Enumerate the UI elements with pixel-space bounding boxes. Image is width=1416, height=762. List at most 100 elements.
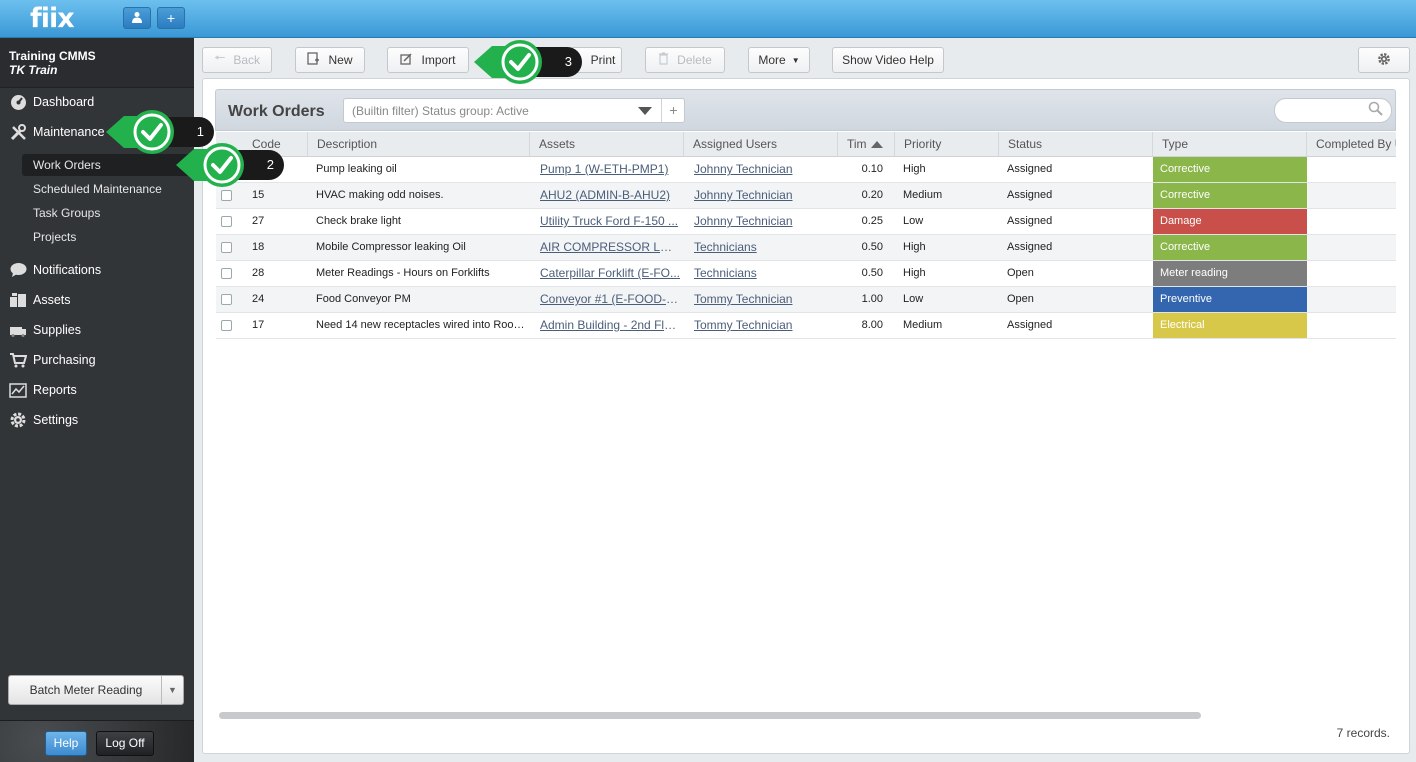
- table-row[interactable]: 27 Check brake light Utility Truck Ford F-…: [216, 209, 1396, 235]
- show-video-help-button[interactable]: Show Video Help: [832, 47, 944, 73]
- delete-button[interactable]: Delete: [645, 47, 725, 73]
- cell-priority: Medium: [903, 189, 943, 201]
- cell-status: Open: [1007, 267, 1034, 279]
- account-info: Training CMMS TK Train: [0, 38, 194, 88]
- page-title: Work Orders: [228, 103, 325, 120]
- cell-asset-link[interactable]: AHU2 (ADMIN-B-AHU2): [540, 183, 680, 208]
- scrollbar-thumb[interactable]: [219, 712, 1201, 719]
- column-header-assigned-users[interactable]: Assigned Users: [683, 132, 837, 157]
- cell-user-link[interactable]: Johnny Technician: [694, 157, 834, 182]
- sidebar-item-supplies[interactable]: Supplies: [9, 320, 81, 340]
- cell-description: Food Conveyor PM: [316, 293, 411, 305]
- cell-user-link[interactable]: Technicians: [694, 235, 834, 260]
- cell-status: Assigned: [1007, 215, 1053, 227]
- import-button[interactable]: Import: [387, 47, 469, 73]
- cell-code: 17: [252, 319, 265, 331]
- sidebar-item-settings[interactable]: Settings: [9, 410, 78, 430]
- chevron-down-icon[interactable]: ▼: [161, 676, 183, 704]
- settings-button[interactable]: [1358, 47, 1410, 73]
- gear-icon: [9, 411, 27, 429]
- check-arrow-icon: [106, 110, 174, 154]
- cell-asset-link[interactable]: AIR COMPRESSOR LARG...: [540, 235, 680, 260]
- fiix-logo[interactable]: fiix: [30, 3, 75, 34]
- cell-user-link[interactable]: Tommy Technician: [694, 287, 834, 312]
- search-input[interactable]: [1274, 98, 1392, 123]
- sidebar-item-label: Assets: [33, 293, 71, 307]
- row-checkbox[interactable]: [221, 294, 232, 305]
- row-checkbox[interactable]: [221, 268, 232, 279]
- filter-select[interactable]: (Builtin filter) Status group: Active +: [343, 98, 685, 123]
- cell-type-badge: Corrective: [1153, 183, 1307, 208]
- column-header-time[interactable]: Tim: [837, 132, 894, 157]
- dropdown-arrow-icon[interactable]: [638, 107, 652, 115]
- sidebar-subitem-task-groups[interactable]: Task Groups: [33, 206, 100, 220]
- cell-type-badge: Electrical: [1153, 313, 1307, 338]
- log-off-button[interactable]: Log Off: [96, 731, 154, 756]
- back-label: Back: [233, 53, 261, 67]
- show-video-help-label: Show Video Help: [842, 53, 934, 67]
- add-button[interactable]: +: [157, 7, 185, 29]
- print-label: Print: [590, 53, 616, 67]
- top-bar: fiix +: [0, 0, 1416, 38]
- cell-user-link[interactable]: Tommy Technician: [694, 313, 834, 338]
- batch-meter-reading-button[interactable]: Batch Meter Reading ▼: [8, 675, 184, 705]
- back-button[interactable]: 🠔 Back: [202, 47, 272, 73]
- boxes-icon: [9, 291, 27, 309]
- cell-user-link[interactable]: Johnny Technician: [694, 183, 834, 208]
- panel-header: Work Orders (Builtin filter) Status grou…: [215, 89, 1396, 131]
- cell-asset-link[interactable]: Caterpillar Forklift (E-FO...: [540, 261, 680, 286]
- cell-priority: High: [903, 163, 926, 175]
- row-checkbox[interactable]: [221, 320, 232, 331]
- column-header-status[interactable]: Status: [998, 132, 1152, 157]
- table-row[interactable]: 15 HVAC making odd noises. AHU2 (ADMIN-B-A…: [216, 183, 1396, 209]
- cell-asset-link[interactable]: Pump 1 (W-ETH-PMP1): [540, 157, 680, 182]
- sidebar-item-label: Dashboard: [33, 95, 95, 109]
- cell-time: 0.25: [861, 215, 883, 227]
- column-header-description[interactable]: Description: [307, 132, 529, 157]
- new-button[interactable]: New: [295, 47, 365, 73]
- column-header-completed-by[interactable]: Completed By U: [1306, 132, 1396, 157]
- speech-bubble-icon: [9, 261, 27, 279]
- column-header-assets[interactable]: Assets: [529, 132, 683, 157]
- cell-user-link[interactable]: Technicians: [694, 261, 834, 286]
- sidebar-item-notifications[interactable]: Notifications: [9, 260, 101, 280]
- sidebar-subitem-work-orders[interactable]: Work Orders: [33, 158, 101, 172]
- sidebar-item-dashboard[interactable]: Dashboard: [9, 92, 94, 112]
- cell-user-link[interactable]: Johnny Technician: [694, 209, 834, 234]
- plus-icon: +: [166, 10, 176, 26]
- user-button[interactable]: [123, 7, 151, 29]
- sidebar-item-reports[interactable]: Reports: [9, 380, 77, 400]
- more-button[interactable]: More ▼: [748, 47, 810, 73]
- row-checkbox[interactable]: [221, 242, 232, 253]
- help-button[interactable]: Help: [45, 731, 87, 756]
- row-checkbox[interactable]: [221, 216, 232, 227]
- table-row[interactable]: 18 Mobile Compressor leaking Oil AIR COMPR…: [216, 235, 1396, 261]
- table-row[interactable]: 28 Meter Readings - Hours on Forklifts Cat…: [216, 261, 1396, 287]
- cell-priority: Medium: [903, 319, 943, 331]
- cell-asset-link[interactable]: Utility Truck Ford F-150 ...: [540, 209, 680, 234]
- cell-asset-link[interactable]: Admin Building - 2nd Flo...: [540, 313, 680, 338]
- sort-ascending-icon: [870, 141, 883, 149]
- cell-asset-link[interactable]: Conveyor #1 (E-FOOD-C...: [540, 287, 680, 312]
- column-header-type[interactable]: Type: [1152, 132, 1306, 157]
- table-row[interactable]: 24 Food Conveyor PM Conveyor #1 (E-FOOD-C.…: [216, 287, 1396, 313]
- sidebar-subitem-projects[interactable]: Projects: [33, 230, 76, 244]
- check-arrow-icon: [176, 143, 244, 187]
- check-arrow-icon: [474, 40, 542, 84]
- add-filter-icon[interactable]: +: [661, 99, 685, 122]
- sidebar-item-label: Reports: [33, 383, 77, 397]
- table-row[interactable]: 17 Need 14 new receptacles wired into Roo…: [216, 313, 1396, 339]
- cell-description: Mobile Compressor leaking Oil: [316, 241, 466, 253]
- column-header-priority[interactable]: Priority: [894, 132, 998, 157]
- sidebar-item-assets[interactable]: Assets: [9, 290, 71, 310]
- search-icon: [1368, 101, 1383, 120]
- horizontal-scrollbar[interactable]: [216, 710, 1396, 720]
- cell-time: 0.50: [861, 241, 883, 253]
- table-row[interactable]: Pump leaking oil Pump 1 (W-ETH-PMP1) Johnn…: [216, 157, 1396, 183]
- sidebar-item-purchasing[interactable]: Purchasing: [9, 350, 96, 370]
- sidebar-subitem-scheduled-maintenance[interactable]: Scheduled Maintenance: [33, 182, 162, 196]
- chart-icon: [9, 381, 27, 399]
- cell-priority: Low: [903, 215, 924, 227]
- table-header: Code Description Assets Assigned Users T…: [216, 132, 1396, 157]
- sidebar-item-maintenance[interactable]: Maintenance: [9, 122, 105, 142]
